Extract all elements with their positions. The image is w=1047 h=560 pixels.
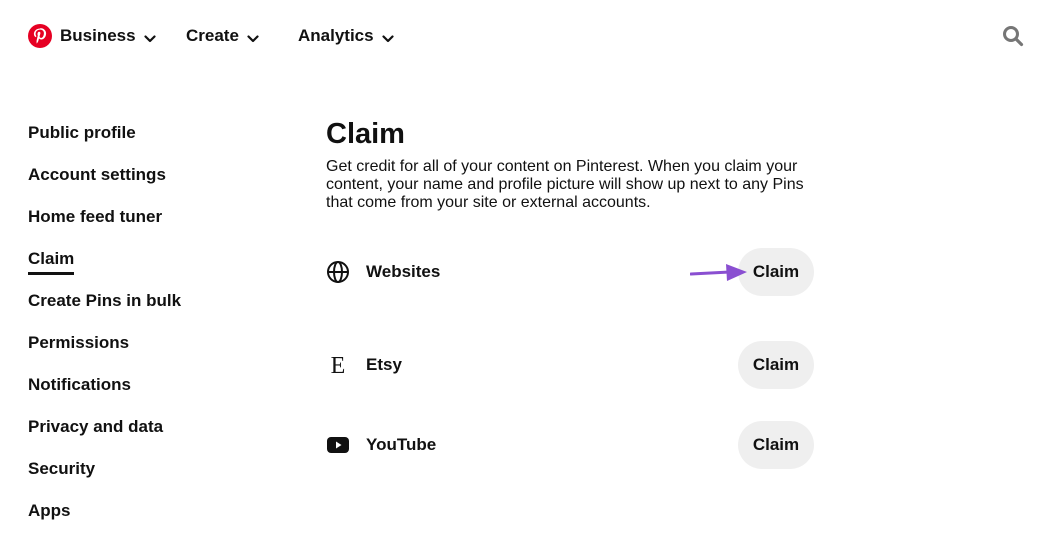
sidebar-item-security[interactable]: Security bbox=[28, 454, 288, 496]
claim-row-label: YouTube bbox=[366, 435, 437, 454]
etsy-icon: E bbox=[326, 353, 350, 377]
sidebar-item-home-feed-tuner[interactable]: Home feed tuner bbox=[28, 202, 288, 244]
sidebar-item-create-pins-in-bulk[interactable]: Create Pins in bulk bbox=[28, 286, 288, 328]
claim-section: Claim Get credit for all of your content… bbox=[326, 116, 826, 469]
nav-business-label: Business bbox=[60, 26, 136, 45]
chevron-down-icon bbox=[247, 30, 259, 43]
claim-row-youtube: YouTube Claim bbox=[326, 421, 816, 469]
sidebar-item-notifications[interactable]: Notifications bbox=[28, 370, 288, 412]
youtube-icon bbox=[326, 433, 350, 457]
page-title: Claim bbox=[326, 118, 405, 150]
sidebar-item-label: Public profile bbox=[28, 123, 136, 142]
sidebar-item-label: Notifications bbox=[28, 375, 131, 394]
globe-icon bbox=[326, 260, 350, 284]
svg-text:E: E bbox=[331, 353, 346, 377]
claim-etsy-button[interactable]: Claim bbox=[738, 341, 814, 389]
sidebar-item-public-profile[interactable]: Public profile bbox=[28, 118, 288, 160]
sidebar-item-privacy-and-data[interactable]: Privacy and data bbox=[28, 412, 288, 454]
chevron-down-icon bbox=[143, 30, 156, 43]
sidebar-item-label: Account settings bbox=[28, 165, 166, 184]
nav-analytics-label: Analytics bbox=[298, 26, 374, 45]
sidebar-item-permissions[interactable]: Permissions bbox=[28, 328, 288, 370]
sidebar-item-label: Permissions bbox=[28, 333, 130, 352]
annotation-arrow-icon bbox=[689, 262, 748, 284]
sidebar-item-label: Claim bbox=[28, 248, 75, 275]
settings-sidebar: Public profile Account settings Home fee… bbox=[28, 118, 288, 538]
sidebar-item-label: Apps bbox=[28, 501, 71, 520]
chevron-down-icon bbox=[381, 30, 394, 43]
claim-row-label: Etsy bbox=[366, 355, 402, 374]
top-navigation: Business Create Analytics bbox=[0, 0, 1047, 72]
claim-row-label: Websites bbox=[366, 262, 441, 281]
claim-row-etsy: E Etsy Claim bbox=[326, 341, 816, 389]
page-description: Get credit for all of your content on Pi… bbox=[326, 158, 804, 211]
nav-analytics-menu[interactable]: Analytics bbox=[298, 24, 394, 48]
sidebar-item-account-settings[interactable]: Account settings bbox=[28, 160, 288, 202]
sidebar-item-label: Security bbox=[28, 459, 96, 478]
nav-create-menu[interactable]: Create bbox=[186, 24, 259, 48]
claim-youtube-button[interactable]: Claim bbox=[738, 421, 814, 469]
nav-business-menu[interactable]: Business bbox=[60, 24, 156, 48]
sidebar-item-apps[interactable]: Apps bbox=[28, 496, 288, 538]
sidebar-item-label: Privacy and data bbox=[28, 417, 164, 436]
sidebar-item-label: Home feed tuner bbox=[28, 207, 163, 226]
nav-create-label: Create bbox=[186, 26, 239, 45]
claim-websites-button[interactable]: Claim bbox=[738, 248, 814, 296]
sidebar-item-claim[interactable]: Claim bbox=[28, 244, 288, 286]
search-icon[interactable] bbox=[1001, 24, 1025, 48]
sidebar-item-label: Create Pins in bulk bbox=[28, 291, 182, 310]
pinterest-logo-icon[interactable] bbox=[28, 24, 52, 48]
